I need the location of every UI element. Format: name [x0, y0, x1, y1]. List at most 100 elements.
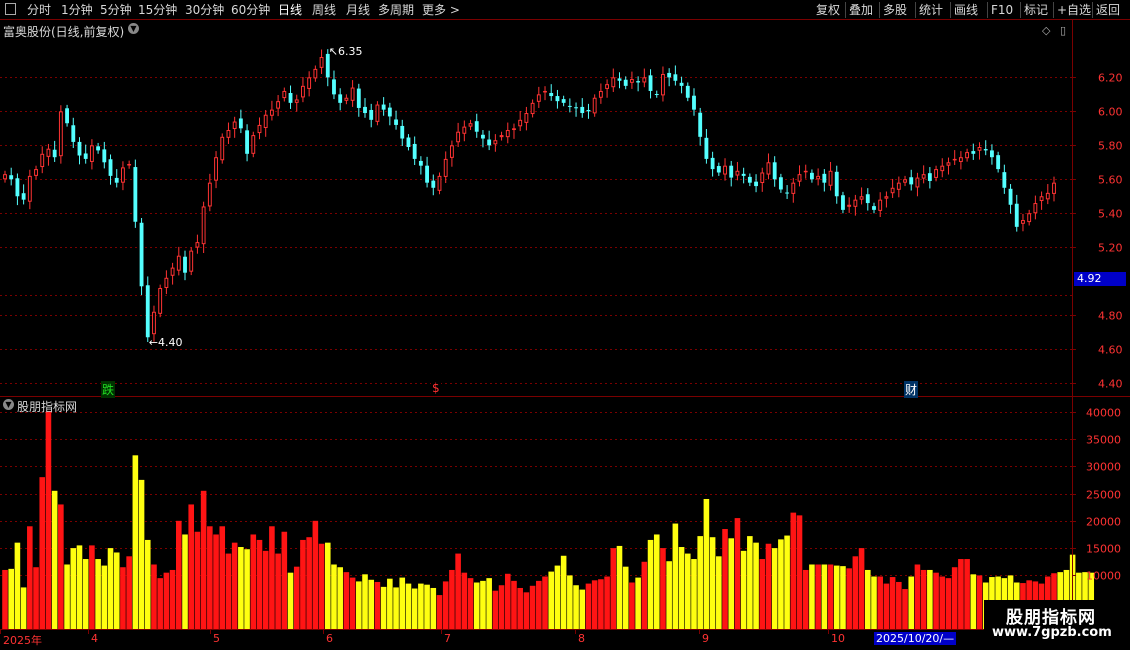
candle-body-up	[220, 136, 225, 161]
candle-body-down	[381, 104, 386, 110]
volume-bar	[113, 552, 120, 629]
chevron-down-icon[interactable]: ▼	[128, 23, 139, 34]
candle-body-down	[555, 96, 560, 102]
toolbar-button-1[interactable]: 叠加	[849, 1, 873, 19]
chevron-down-icon[interactable]: ▼	[3, 399, 14, 410]
tab-period-2[interactable]: 5分钟	[100, 1, 132, 19]
candle-body-down	[822, 173, 827, 183]
tab-period-0[interactable]: 分时	[27, 1, 51, 19]
candle-body-up	[350, 87, 355, 101]
toolbar-button-2[interactable]: 多股	[883, 1, 907, 19]
volume-bar	[411, 588, 418, 629]
candle-body-down	[139, 222, 144, 287]
watermark-url: www.7gpzb.com	[992, 625, 1112, 640]
candle-body-down	[996, 155, 1001, 170]
menu-icon[interactable]	[5, 3, 16, 15]
tab-period-4[interactable]: 30分钟	[185, 1, 224, 19]
event-marker[interactable]: 财	[904, 381, 919, 398]
volume-bar	[933, 572, 939, 629]
candle-body-down	[1014, 203, 1019, 227]
toolbar-button-0[interactable]: 复权	[816, 1, 840, 19]
candle-body-up	[307, 77, 312, 89]
volume-bar	[728, 538, 735, 629]
volume-bar	[176, 520, 182, 629]
candle-body-down	[481, 134, 485, 139]
toolbar-button-5[interactable]: F10	[991, 1, 1013, 19]
volume-bar	[560, 555, 567, 629]
low-price-label: ←4.40	[148, 336, 183, 349]
toolbar-button-8[interactable]: 返回	[1096, 1, 1120, 19]
candle-body-down	[21, 193, 26, 200]
volume-bar	[852, 556, 859, 629]
toolbar-button-3[interactable]: 统计	[919, 1, 943, 19]
event-marker[interactable]: 跌	[101, 381, 116, 398]
tab-period-1[interactable]: 1分钟	[61, 1, 93, 19]
tab-period-7[interactable]: 周线	[312, 1, 336, 19]
volume-bar	[864, 569, 871, 629]
candle-body-down	[418, 160, 423, 166]
volume-bar	[622, 566, 629, 629]
tab-period-9[interactable]: 多周期	[378, 1, 414, 19]
candle-body-up	[462, 126, 467, 134]
candle-body-up	[195, 242, 200, 248]
panel-toggle-icon[interactable]: ▯	[1060, 24, 1066, 37]
price-tick-label: 5.20	[1098, 242, 1123, 255]
candle-body-up	[189, 250, 194, 272]
volume-bar	[219, 526, 226, 629]
volume-bar	[82, 559, 89, 629]
volume-bar	[871, 576, 877, 629]
candle-body-up	[319, 56, 324, 68]
candle-body-down	[636, 81, 641, 83]
volume-bar	[523, 592, 530, 629]
candle-body-down	[431, 180, 436, 188]
volume-bar	[225, 553, 232, 629]
candle-body-down	[778, 177, 783, 190]
cursor-date-tag: 2025/10/20/—	[874, 632, 957, 645]
candle-body-up	[46, 148, 51, 157]
volume-bar	[635, 577, 641, 629]
candle-body-up	[1021, 220, 1025, 224]
tab-period-10[interactable]: 更多 >	[422, 1, 460, 19]
candle-body-up	[34, 169, 38, 176]
diamond-icon[interactable]: ◇	[1042, 24, 1050, 37]
month-label: 2025年	[3, 634, 42, 647]
volume-bar	[796, 515, 803, 629]
arrow-left-icon: ←	[148, 336, 158, 349]
toolbar-button-4[interactable]: 画线	[954, 1, 978, 19]
volume-bar	[256, 539, 263, 629]
volume-bar	[536, 580, 542, 629]
volume-bar	[976, 575, 983, 629]
volume-bar	[678, 547, 685, 629]
candle-body-down	[52, 149, 57, 158]
volume-tick-label: 40000	[1086, 407, 1121, 420]
candle-body-down	[238, 118, 243, 129]
candle-body-up	[257, 124, 262, 134]
candle-body-up	[940, 165, 945, 172]
volume-bar	[734, 518, 741, 629]
volume-bar	[101, 565, 108, 629]
tab-period-5[interactable]: 60分钟	[231, 1, 270, 19]
candle-body-up	[629, 79, 634, 83]
volume-bar	[833, 565, 840, 629]
event-marker[interactable]: $	[431, 381, 441, 395]
volume-bar	[914, 564, 921, 629]
tab-period-8[interactable]: 月线	[346, 1, 370, 19]
toolbar-button-7[interactable]: +自选	[1057, 1, 1091, 19]
candle-body-down	[394, 119, 398, 125]
candle-body-up	[282, 90, 287, 99]
toolbar-separator	[845, 2, 846, 18]
candle-body-down	[9, 175, 14, 180]
candle-body-down	[580, 106, 585, 114]
price-tick-label: 5.40	[1098, 208, 1123, 221]
candle-body-down	[834, 171, 839, 197]
volume-bar	[306, 537, 312, 629]
tab-period-3[interactable]: 15分钟	[138, 1, 177, 19]
candle-body-up	[443, 158, 448, 177]
candle-body-up	[816, 175, 821, 180]
volume-bar	[393, 587, 399, 629]
tab-period-6[interactable]: 日线	[278, 1, 302, 19]
candle-body-down	[145, 285, 150, 338]
toolbar-button-6[interactable]: 标记	[1024, 1, 1048, 19]
volume-bar	[964, 559, 970, 629]
volume-bar	[548, 571, 555, 629]
